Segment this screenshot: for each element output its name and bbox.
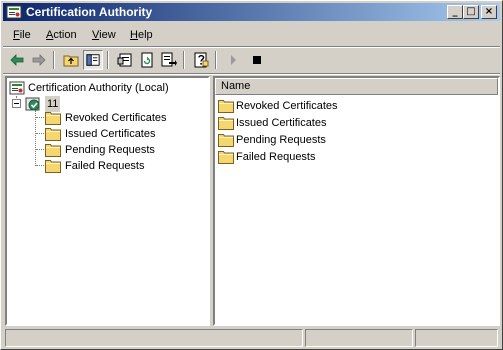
status-bar	[3, 329, 500, 347]
console-tree-icon	[86, 54, 100, 66]
menu-help-label: elp	[137, 29, 153, 41]
show-hide-console-tree-button[interactable]	[83, 50, 103, 70]
tree-item-label: Issued Certificates	[65, 128, 156, 140]
menu-bar: File Action View Help	[3, 25, 500, 45]
refresh-icon	[141, 52, 153, 68]
status-panel-3	[415, 329, 498, 347]
menu-view[interactable]: View	[92, 28, 116, 42]
collapse-toggle-icon[interactable]	[12, 99, 21, 108]
toolbar-separator	[215, 51, 217, 69]
certification-authority-icon	[6, 5, 22, 19]
folder-icon	[218, 100, 234, 113]
window-title: Certification Authority	[26, 5, 153, 19]
back-button[interactable]	[7, 50, 27, 70]
close-button[interactable]: ×	[481, 5, 497, 19]
play-icon	[231, 55, 236, 65]
menu-action[interactable]: Action	[46, 28, 77, 42]
folder-icon	[45, 144, 61, 157]
forward-arrow-icon	[32, 54, 46, 66]
menu-help[interactable]: Help	[130, 28, 153, 42]
tree-root-label: Certification Authority (Local)	[28, 82, 169, 94]
ca-running-icon	[25, 97, 40, 111]
folder-up-icon	[63, 55, 79, 67]
forward-button[interactable]	[29, 50, 49, 70]
close-icon: ×	[484, 6, 494, 17]
refresh-button[interactable]	[137, 50, 157, 70]
status-panel-main	[5, 329, 303, 347]
list-item-label: Pending Requests	[236, 134, 326, 146]
properties-button[interactable]	[115, 50, 135, 70]
stop-service-button[interactable]	[247, 50, 267, 70]
tree-item-failed-requests[interactable]: Failed Requests	[45, 158, 205, 174]
properties-icon	[117, 53, 132, 67]
main-window: Certification Authority _ □ × File Actio…	[0, 0, 503, 350]
tree-item-issued-certificates[interactable]: Issued Certificates	[45, 126, 205, 142]
list-item-label: Failed Requests	[236, 151, 316, 163]
menu-view-label: iew	[99, 29, 116, 41]
export-list-icon	[161, 52, 177, 67]
list-item-label: Issued Certificates	[236, 117, 327, 129]
folder-icon	[218, 134, 234, 147]
tree-item-pending-requests[interactable]: Pending Requests	[45, 142, 205, 158]
menu-file[interactable]: File	[13, 28, 31, 42]
toolbar-separator	[107, 51, 109, 69]
details-pane[interactable]: Name Revoked Certificates Issued Certifi…	[213, 76, 500, 326]
folder-icon	[218, 117, 234, 130]
start-service-button[interactable]	[223, 50, 243, 70]
back-arrow-icon	[10, 54, 24, 66]
certification-authority-icon	[9, 81, 25, 95]
toolbar	[3, 48, 500, 72]
tree-item-revoked-certificates[interactable]: Revoked Certificates	[45, 110, 205, 126]
help-icon	[194, 52, 209, 68]
maximize-icon: □	[466, 6, 476, 17]
menu-action-label: ction	[53, 29, 77, 41]
tree-connector	[35, 110, 36, 166]
toolbar-separator	[183, 51, 185, 69]
menu-file-label: ile	[19, 29, 31, 41]
menu-file-mnemonic: F	[13, 29, 20, 41]
minimize-icon: _	[452, 6, 458, 17]
stop-icon	[253, 56, 261, 64]
column-header-row: Name	[215, 78, 498, 95]
list-item-label: Revoked Certificates	[236, 100, 338, 112]
folder-icon	[45, 128, 61, 141]
menu-help-mnemonic: H	[130, 29, 138, 41]
title-bar[interactable]: Certification Authority _ □ ×	[3, 3, 500, 21]
toolbar-separator	[53, 51, 55, 69]
toolbar-separator-line	[3, 73, 500, 75]
folder-icon	[218, 151, 234, 164]
column-header-name[interactable]: Name	[215, 78, 498, 95]
folder-icon	[45, 160, 61, 173]
tree-item-label: Pending Requests	[65, 144, 155, 156]
status-panel-2	[305, 329, 413, 347]
tree-root-item[interactable]: Certification Authority (Local)	[9, 80, 205, 96]
minimize-button[interactable]: _	[447, 5, 463, 19]
maximize-button[interactable]: □	[463, 5, 479, 19]
console-tree-pane[interactable]: Certification Authority (Local) 11 Revok…	[5, 76, 210, 326]
tree-item-label: Failed Requests	[65, 160, 145, 172]
export-list-button[interactable]	[159, 50, 179, 70]
up-one-level-button[interactable]	[61, 50, 81, 70]
help-button[interactable]	[191, 50, 211, 70]
tree-item-label: Revoked Certificates	[65, 112, 167, 124]
folder-icon	[45, 112, 61, 125]
